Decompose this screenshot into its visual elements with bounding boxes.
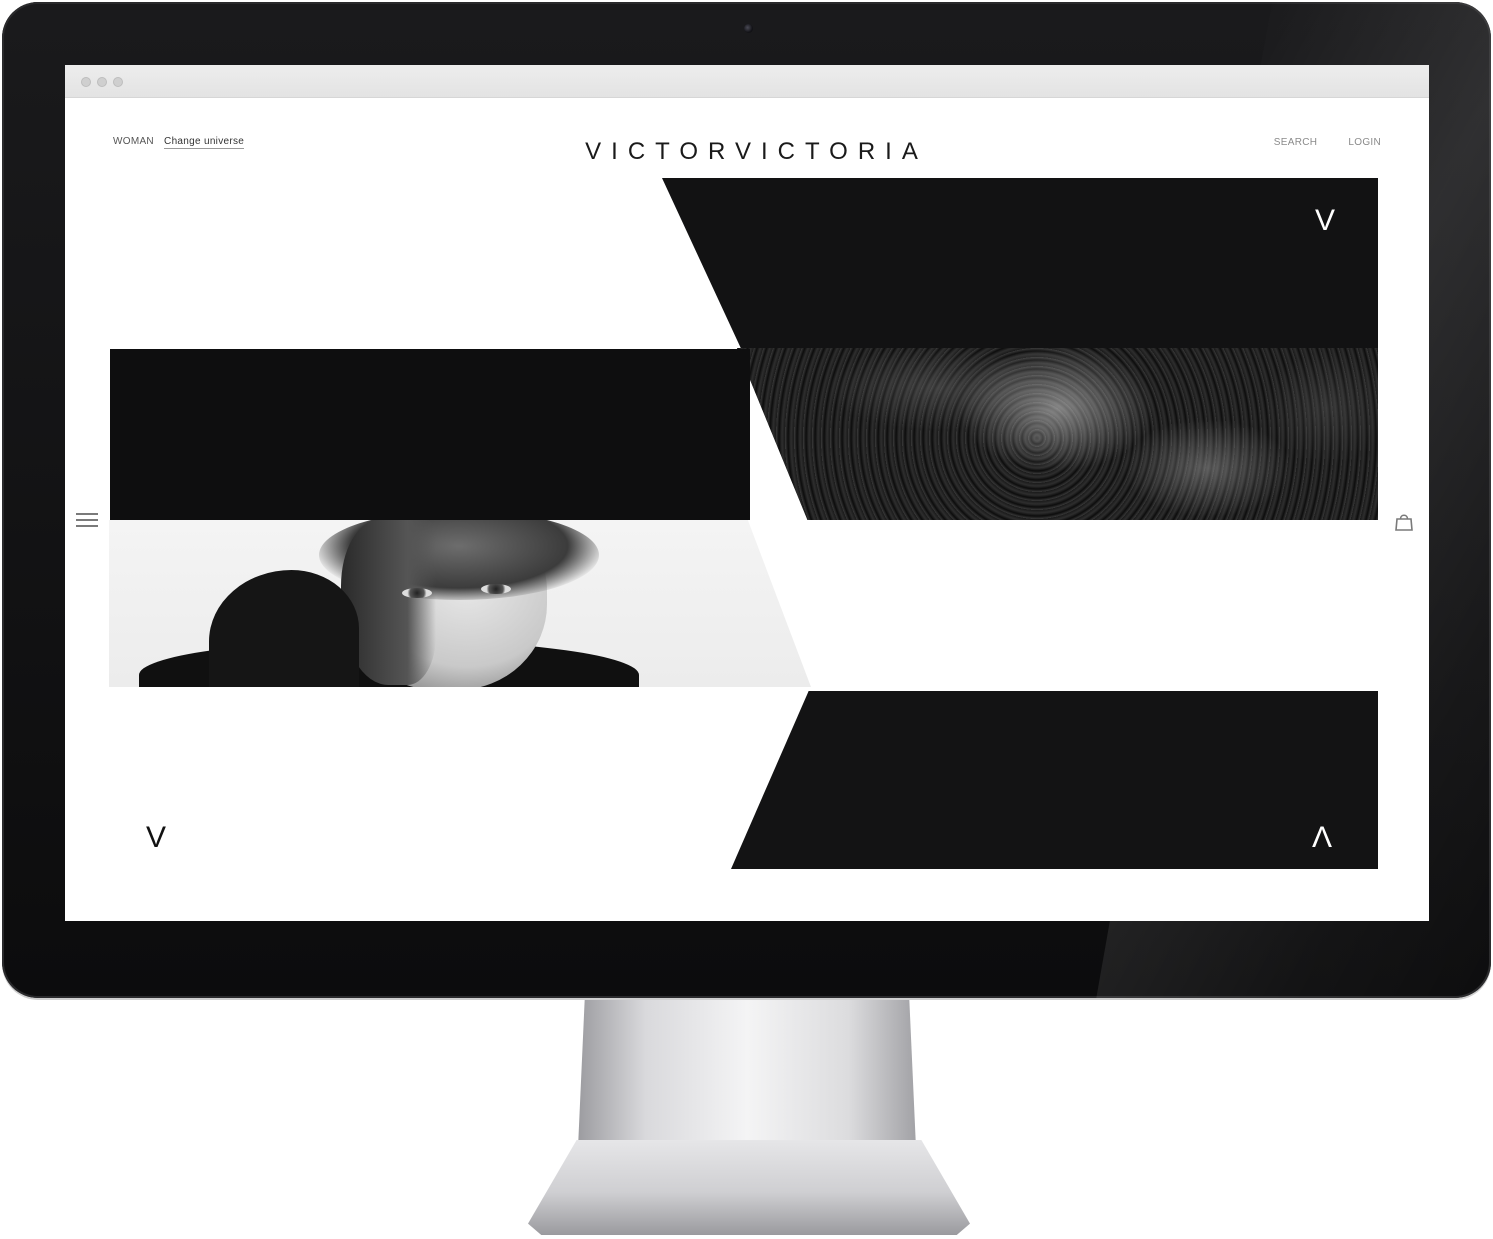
portrait-eye-left [402,588,432,598]
shopping-bag-icon[interactable] [1393,510,1415,532]
browser-title-bar [65,65,1429,98]
hero-panel-bottom-right[interactable] [731,691,1378,869]
site-logo[interactable]: VICTORVICTORIA [65,138,1429,166]
forest-image-panel[interactable] [737,348,1378,520]
window-close-dot[interactable] [81,77,91,87]
window-minimize-dot[interactable] [97,77,107,87]
portrait-hand [209,570,359,687]
monitor-mockup: WOMAN Change universe VICTORVICTORIA SEA… [0,0,1493,1239]
chevron-down-icon[interactable]: V [146,823,166,853]
menu-icon-line [76,513,98,515]
hamburger-menu-icon[interactable] [76,513,98,529]
top-links: SEARCH LOGIN [1246,137,1381,148]
portrait-image-panel[interactable] [109,520,811,687]
monitor-stand-neck [578,998,916,1148]
search-link[interactable]: SEARCH [1274,137,1317,148]
chevron-down-icon[interactable]: V [1315,206,1335,236]
hero-panel-middle-left[interactable] [110,349,750,520]
chevron-up-icon[interactable]: Λ [1312,823,1332,853]
window-zoom-dot[interactable] [113,77,123,87]
monitor-stand-base [528,1140,970,1235]
camera-icon [744,24,753,33]
portrait-eye-right [481,584,511,594]
menu-icon-line [76,519,98,521]
browser-screen: WOMAN Change universe VICTORVICTORIA SEA… [65,65,1429,921]
hero-panel-top-right[interactable] [662,178,1378,348]
login-link[interactable]: LOGIN [1348,137,1381,148]
menu-icon-line [76,525,98,527]
